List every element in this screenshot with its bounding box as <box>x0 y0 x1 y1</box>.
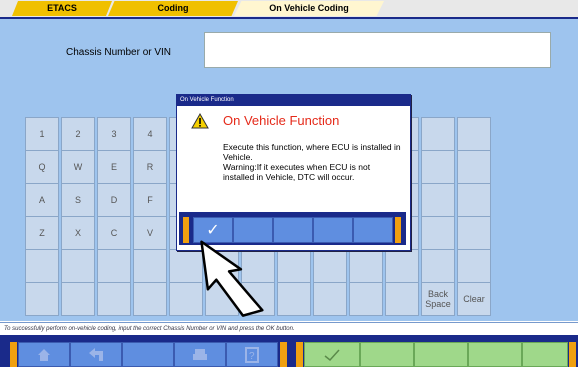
keypad-key[interactable] <box>457 150 491 184</box>
back-button[interactable] <box>70 342 122 367</box>
tab-etacs[interactable]: ETACS <box>12 1 112 16</box>
toolbar-slot[interactable] <box>414 342 468 367</box>
keypad-key[interactable] <box>457 216 491 250</box>
keypad-key[interactable]: S <box>61 183 95 217</box>
keypad-key[interactable] <box>421 117 455 151</box>
keypad-key[interactable]: R <box>133 150 167 184</box>
printer-icon <box>193 348 207 360</box>
keypad-key[interactable] <box>385 282 419 316</box>
keypad-key[interactable]: W <box>61 150 95 184</box>
keypad-key[interactable] <box>61 282 95 316</box>
dialog-message: Execute this function, where ECU is inst… <box>223 142 401 182</box>
keypad-key[interactable]: 3 <box>97 117 131 151</box>
keypad-key[interactable] <box>25 282 59 316</box>
keypad-key[interactable] <box>97 282 131 316</box>
home-icon <box>38 348 50 361</box>
keypad-key[interactable]: E <box>97 150 131 184</box>
keypad-key[interactable] <box>133 282 167 316</box>
home-button[interactable] <box>18 342 70 367</box>
keypad-key[interactable] <box>349 249 383 283</box>
keypad-key[interactable] <box>457 249 491 283</box>
svg-text:?: ? <box>249 351 255 362</box>
dialog-slot[interactable] <box>273 217 313 243</box>
keypad-key[interactable] <box>61 249 95 283</box>
dialog-slot[interactable] <box>353 217 393 243</box>
keypad-key[interactable]: 2 <box>61 117 95 151</box>
toolbar-slot[interactable] <box>522 342 568 367</box>
keypad-key[interactable]: Back Space <box>421 282 455 316</box>
checkmark-icon <box>324 348 340 361</box>
keypad-key[interactable]: Z <box>25 216 59 250</box>
vin-input[interactable] <box>204 32 551 68</box>
back-arrow-icon <box>89 347 103 361</box>
keypad-key[interactable] <box>97 249 131 283</box>
keypad-key[interactable] <box>133 249 167 283</box>
print-button[interactable] <box>174 342 226 367</box>
dialog-separator <box>395 217 401 243</box>
keypad-key[interactable]: C <box>97 216 131 250</box>
keypad-key[interactable] <box>421 150 455 184</box>
keypad-key[interactable]: D <box>97 183 131 217</box>
app-window: ETACS Coding On Vehicle Coding Chassis N… <box>0 0 578 367</box>
bottom-toolbar: ? <box>0 335 578 367</box>
toolbar-slot[interactable] <box>360 342 414 367</box>
keypad-key[interactable] <box>277 249 311 283</box>
ok-button[interactable] <box>304 342 360 367</box>
dialog-heading: On Vehicle Function <box>223 113 340 128</box>
keypad-key[interactable]: 4 <box>133 117 167 151</box>
pointer-arrow-icon <box>200 240 264 317</box>
keypad-key[interactable]: V <box>133 216 167 250</box>
help-button[interactable]: ? <box>226 342 278 367</box>
warning-icon <box>191 113 209 129</box>
keypad-key[interactable] <box>421 183 455 217</box>
on-vehicle-function-dialog: On Vehicle Function On Vehicle Function … <box>176 94 411 251</box>
empty-button[interactable] <box>122 342 174 367</box>
keypad-key[interactable] <box>349 282 383 316</box>
tab-strip: ETACS Coding On Vehicle Coding <box>0 0 578 19</box>
keypad-key[interactable] <box>313 249 347 283</box>
toolbar-separator <box>280 342 287 367</box>
dialog-slot[interactable] <box>313 217 353 243</box>
toolbar-separator <box>569 342 576 367</box>
keypad-key[interactable] <box>277 282 311 316</box>
keypad-key[interactable]: F <box>133 183 167 217</box>
keypad-key[interactable] <box>385 249 419 283</box>
toolbar-separator <box>296 342 303 367</box>
toolbar-separator <box>10 342 17 367</box>
toolbar-slot[interactable] <box>468 342 522 367</box>
help-icon: ? <box>245 346 259 363</box>
keypad-key[interactable] <box>457 117 491 151</box>
keypad-key[interactable] <box>421 249 455 283</box>
keypad-key[interactable]: Q <box>25 150 59 184</box>
tab-coding[interactable]: Coding <box>108 1 238 16</box>
keypad-key[interactable] <box>313 282 347 316</box>
keypad-key[interactable] <box>421 216 455 250</box>
keypad-key[interactable]: X <box>61 216 95 250</box>
keypad-key[interactable] <box>25 249 59 283</box>
vin-label: Chassis Number or VIN <box>66 47 172 58</box>
tab-on-vehicle-coding[interactable]: On Vehicle Coding <box>234 1 384 16</box>
keypad-key[interactable]: Clear <box>457 282 491 316</box>
status-bar: To successfully perform on-vehicle codin… <box>0 322 578 335</box>
dialog-title: On Vehicle Function <box>177 95 410 106</box>
keypad-key[interactable]: A <box>25 183 59 217</box>
keypad-key[interactable]: 1 <box>25 117 59 151</box>
keypad-key[interactable] <box>457 183 491 217</box>
